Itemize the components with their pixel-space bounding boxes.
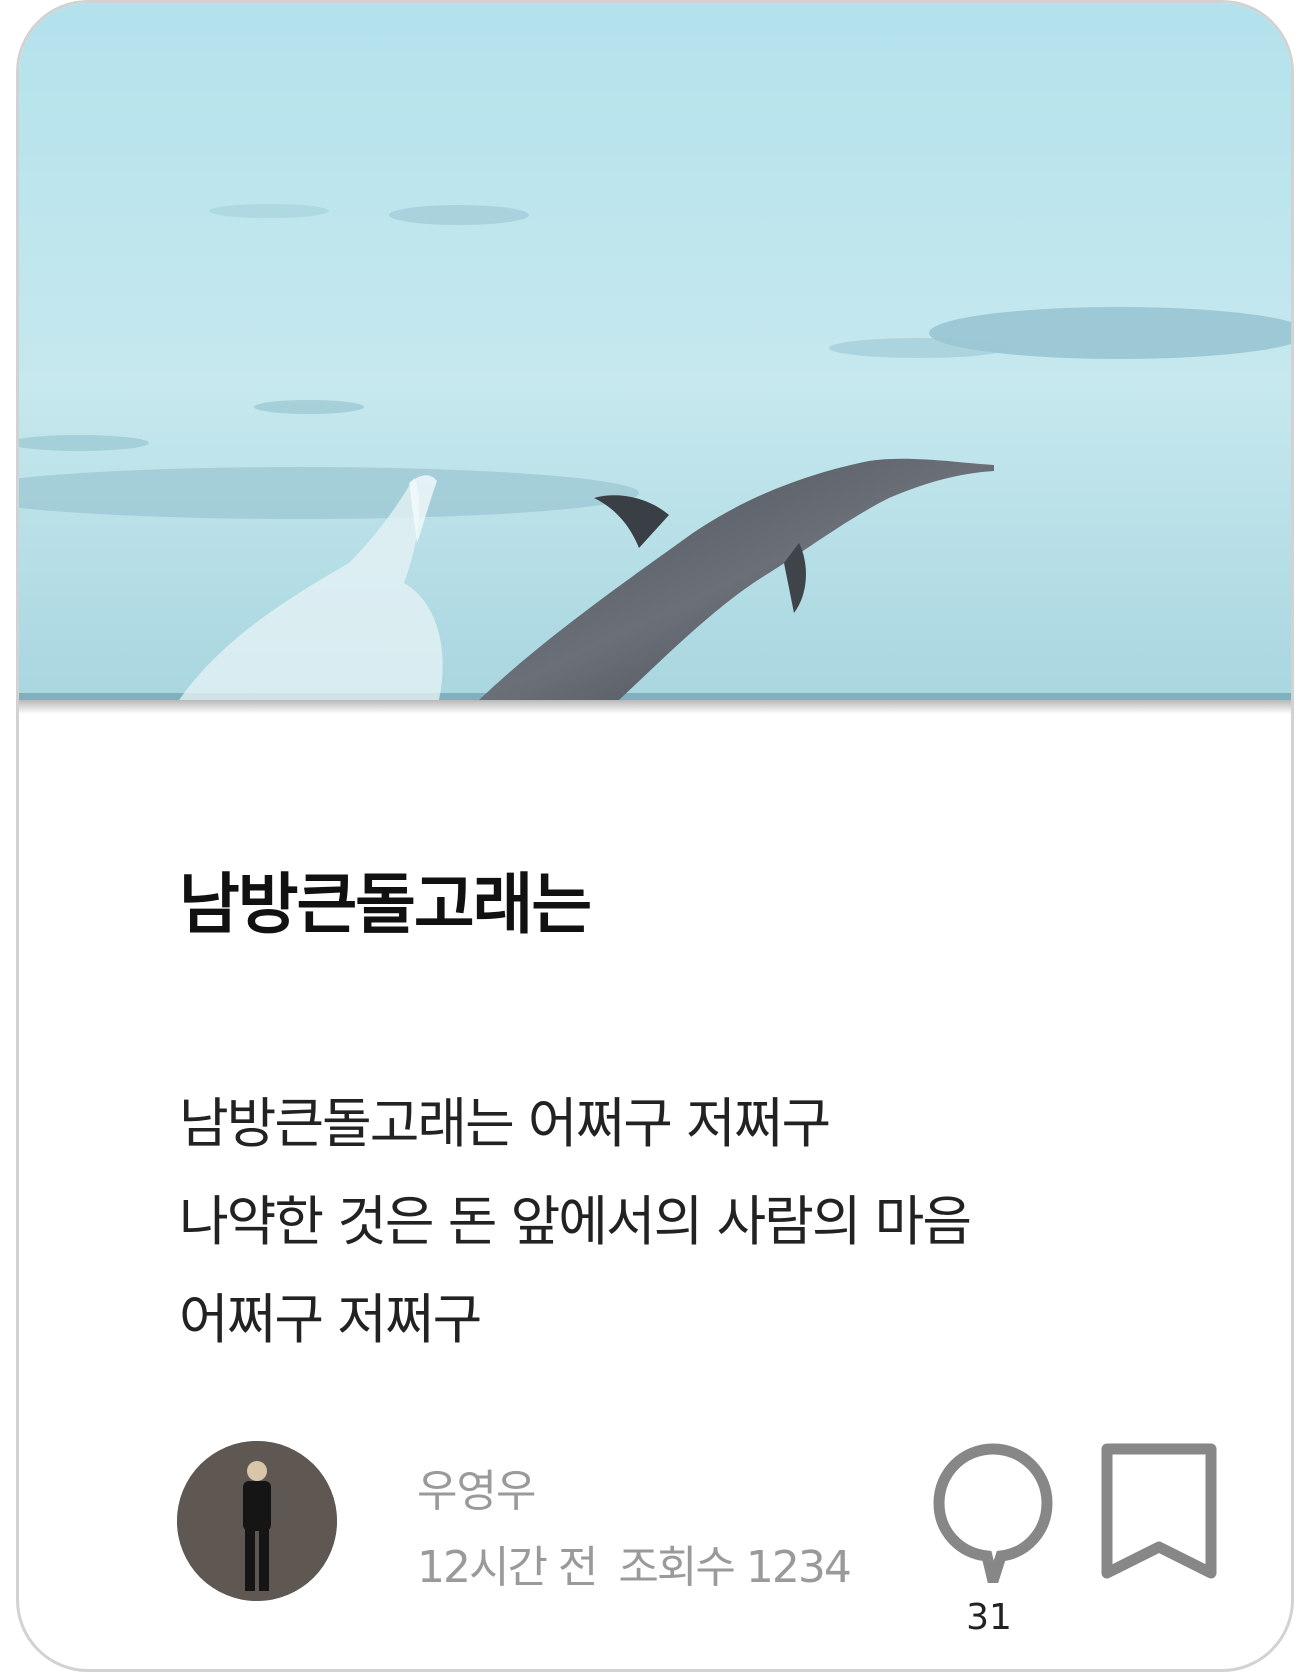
post-image[interactable] — [19, 3, 1291, 700]
comment-count: 31 — [966, 1597, 1012, 1638]
speech-bubble-icon — [933, 1443, 1053, 1602]
avatar-photo — [177, 1441, 337, 1601]
author-avatar[interactable] — [177, 1441, 337, 1601]
post-views: 조회수 1234 — [618, 1542, 851, 1593]
image-divider — [19, 700, 1291, 714]
comment-button[interactable] — [931, 1441, 1055, 1602]
excerpt-line: 나약한 것은 돈 앞에서의 사람의 마음 — [179, 1190, 972, 1253]
bookmark-icon — [1101, 1443, 1217, 1579]
post-title[interactable]: 남방큰돌고래는 — [179, 851, 592, 947]
post-card[interactable]: 남방큰돌고래는 남방큰돌고래는 어쩌구 저쩌구 나약한 것은 돈 앞에서의 사람… — [16, 0, 1294, 1672]
excerpt-line: 남방큰돌고래는 어쩌구 저쩌구 — [179, 1092, 831, 1155]
post-meta: 12시간 전 조회수 1234 — [417, 1531, 872, 1595]
excerpt-line: 어쩌구 저쩌구 — [179, 1288, 482, 1351]
dolphin-photo — [19, 3, 1291, 700]
post-excerpt[interactable]: 남방큰돌고래는 어쩌구 저쩌구 나약한 것은 돈 앞에서의 사람의 마음 어쩌구… — [179, 1075, 972, 1369]
post-time: 12시간 전 — [417, 1542, 598, 1593]
bookmark-button[interactable] — [1097, 1441, 1221, 1583]
author-name[interactable]: 우영우 — [417, 1455, 536, 1519]
